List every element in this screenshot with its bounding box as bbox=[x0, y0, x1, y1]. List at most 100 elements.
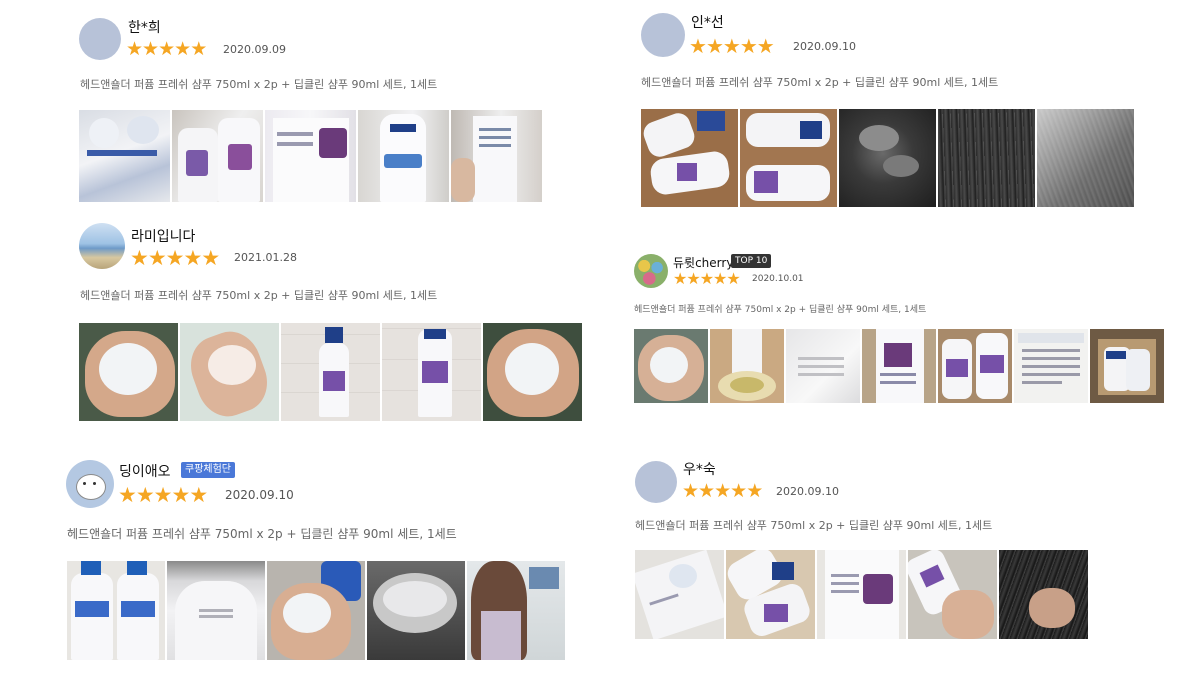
review-photos bbox=[79, 110, 542, 202]
reviewer-name: 딩이애오 bbox=[119, 464, 171, 480]
star-rating: ★★★★★ bbox=[130, 246, 220, 270]
product-option: 헤드앤숄더 퍼퓸 프레쉬 샴푸 750ml x 2p + 딥클린 샴푸 90ml… bbox=[67, 527, 457, 541]
reviewer-name: 라미입니다 bbox=[131, 229, 196, 245]
review-photo[interactable] bbox=[265, 110, 356, 202]
review-photo[interactable] bbox=[1014, 329, 1088, 403]
review-photo[interactable] bbox=[367, 561, 465, 660]
product-option: 헤드앤숄더 퍼퓸 프레쉬 샴푸 750ml x 2p + 딥클린 샴푸 90ml… bbox=[641, 76, 999, 89]
product-option: 헤드앤숄더 퍼퓸 프레쉬 샴푸 750ml x 2p + 딥클린 샴푸 90ml… bbox=[80, 78, 438, 91]
star-icon: ★ bbox=[126, 38, 143, 60]
review-photo[interactable] bbox=[67, 561, 165, 660]
review-photo[interactable] bbox=[167, 561, 265, 660]
review-photo[interactable] bbox=[467, 561, 565, 660]
review-photo[interactable] bbox=[172, 110, 263, 202]
star-icon: ★ bbox=[705, 34, 724, 58]
review-photos bbox=[67, 561, 565, 660]
review-date: 2020.09.10 bbox=[776, 485, 839, 498]
star-icon: ★ bbox=[147, 246, 167, 270]
star-rating: ★★★★★ bbox=[673, 269, 741, 288]
product-option: 헤드앤숄더 퍼퓸 프레쉬 샴푸 750ml x 2p + 딥클린 샴푸 90ml… bbox=[635, 519, 993, 532]
review-photo[interactable] bbox=[999, 550, 1088, 639]
review-photo[interactable] bbox=[726, 550, 815, 639]
review-photo[interactable] bbox=[740, 109, 837, 207]
star-icon: ★ bbox=[686, 269, 700, 288]
review-photo[interactable] bbox=[635, 550, 724, 639]
review-photo[interactable] bbox=[79, 323, 178, 421]
avatar bbox=[79, 223, 125, 269]
review-photo[interactable] bbox=[79, 110, 170, 202]
star-icon: ★ bbox=[135, 483, 155, 507]
avatar bbox=[641, 13, 685, 57]
star-rating: ★★★★★ bbox=[126, 38, 207, 60]
star-icon: ★ bbox=[201, 246, 220, 270]
review-photo[interactable] bbox=[862, 329, 936, 403]
review-photos bbox=[634, 329, 1164, 403]
review-photo[interactable] bbox=[382, 323, 481, 421]
star-icon: ★ bbox=[673, 269, 687, 288]
review-photo[interactable] bbox=[710, 329, 784, 403]
top10-badge: TOP 10 bbox=[731, 254, 772, 268]
avatar bbox=[635, 461, 677, 503]
cartoon-character-icon bbox=[76, 474, 106, 500]
star-rating: ★★★★★ bbox=[682, 480, 763, 502]
review-photo[interactable] bbox=[786, 329, 860, 403]
product-option: 헤드앤숄더 퍼퓸 프레쉬 샴푸 750ml x 2p + 딥클린 샴푸 90ml… bbox=[80, 289, 438, 302]
star-icon: ★ bbox=[183, 246, 202, 270]
avatar bbox=[79, 18, 121, 60]
star-icon: ★ bbox=[699, 269, 714, 288]
review-photo[interactable] bbox=[1090, 329, 1164, 403]
reviewer-name: 인*선 bbox=[691, 15, 724, 31]
star-icon: ★ bbox=[682, 480, 699, 502]
star-icon: ★ bbox=[722, 34, 741, 58]
review-photos bbox=[79, 323, 582, 421]
star-icon: ★ bbox=[153, 483, 173, 507]
star-icon: ★ bbox=[158, 38, 175, 60]
review-photo[interactable] bbox=[908, 550, 997, 639]
review-date: 2020.09.10 bbox=[793, 40, 856, 53]
review-photo[interactable] bbox=[358, 110, 449, 202]
review-photos bbox=[641, 109, 1134, 207]
review-photo[interactable] bbox=[938, 109, 1035, 207]
star-rating: ★★★★★ bbox=[689, 34, 775, 58]
reviewer-name: 우*숙 bbox=[683, 462, 716, 478]
star-icon: ★ bbox=[174, 38, 191, 60]
review-date: 2020.10.01 bbox=[752, 274, 804, 284]
review-photos bbox=[635, 550, 1088, 639]
star-icon: ★ bbox=[190, 38, 207, 60]
review-photo[interactable] bbox=[634, 329, 708, 403]
star-icon: ★ bbox=[746, 480, 763, 502]
star-icon: ★ bbox=[118, 483, 137, 507]
review-photo[interactable] bbox=[483, 323, 582, 421]
star-icon: ★ bbox=[689, 34, 707, 58]
experience-group-badge: 쿠팡체험단 bbox=[181, 462, 235, 478]
star-icon: ★ bbox=[142, 38, 159, 60]
star-icon: ★ bbox=[739, 34, 758, 58]
review-photo[interactable] bbox=[938, 329, 1012, 403]
review-photo[interactable] bbox=[281, 323, 380, 421]
star-icon: ★ bbox=[165, 246, 185, 270]
star-icon: ★ bbox=[713, 269, 727, 288]
review-date: 2020.09.09 bbox=[223, 43, 286, 56]
avatar bbox=[634, 254, 668, 288]
review-photo[interactable] bbox=[180, 323, 279, 421]
product-option: 헤드앤숄더 퍼퓸 프레쉬 샴푸 750ml x 2p + 딥클린 샴푸 90ml… bbox=[634, 305, 927, 315]
star-icon: ★ bbox=[189, 483, 208, 507]
star-rating: ★★★★★ bbox=[118, 483, 208, 507]
avatar bbox=[66, 460, 114, 508]
review-photo[interactable] bbox=[641, 109, 738, 207]
review-photo[interactable] bbox=[839, 109, 936, 207]
star-icon: ★ bbox=[756, 34, 775, 58]
star-icon: ★ bbox=[171, 483, 190, 507]
review-photo[interactable] bbox=[1037, 109, 1134, 207]
star-icon: ★ bbox=[726, 269, 740, 288]
review-photo[interactable] bbox=[267, 561, 365, 660]
review-date: 2020.09.10 bbox=[225, 488, 294, 502]
star-icon: ★ bbox=[730, 480, 747, 502]
star-icon: ★ bbox=[714, 480, 731, 502]
reviewer-name: 한*희 bbox=[128, 20, 161, 36]
star-icon: ★ bbox=[130, 246, 149, 270]
review-photo[interactable] bbox=[817, 550, 906, 639]
review-date: 2021.01.28 bbox=[234, 251, 297, 264]
review-photo[interactable] bbox=[451, 110, 542, 202]
star-icon: ★ bbox=[698, 480, 715, 502]
